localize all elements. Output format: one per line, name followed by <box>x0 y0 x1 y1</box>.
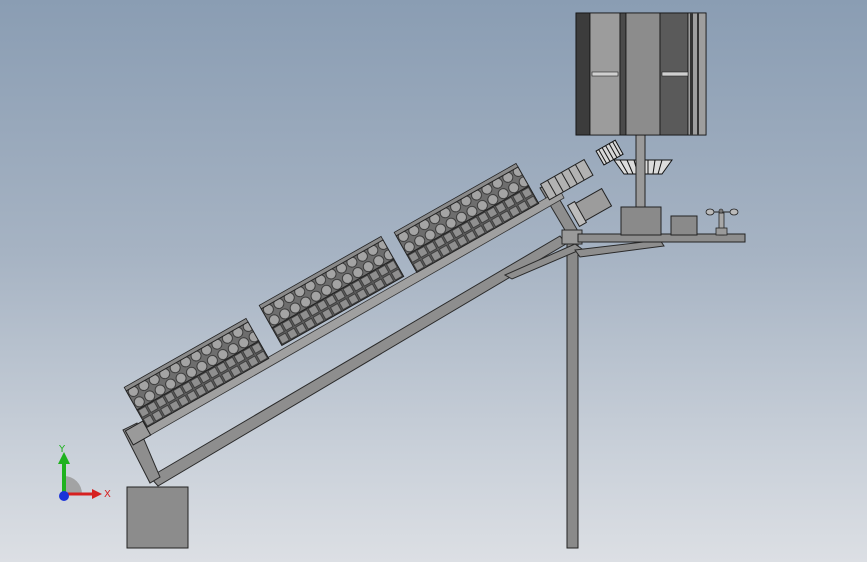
axis-x-label: X <box>104 489 111 500</box>
controller-box[interactable] <box>670 215 698 236</box>
drive-shaft[interactable] <box>137 189 565 441</box>
cad-viewport[interactable]: Y X <box>0 0 867 562</box>
support-frame[interactable] <box>122 182 665 487</box>
axis-y-label: Y <box>58 444 66 455</box>
assembly-model[interactable] <box>0 0 867 562</box>
coordinate-triad: Y X <box>58 444 111 501</box>
wind-turbine[interactable] <box>575 12 707 136</box>
anemometer[interactable] <box>705 208 739 236</box>
coupling[interactable] <box>539 158 594 201</box>
turbine-shaft[interactable] <box>635 133 646 210</box>
motor-housing[interactable] <box>566 187 613 228</box>
vertical-post[interactable] <box>566 239 579 549</box>
gearbox[interactable] <box>620 206 662 236</box>
base-block[interactable] <box>126 486 189 549</box>
